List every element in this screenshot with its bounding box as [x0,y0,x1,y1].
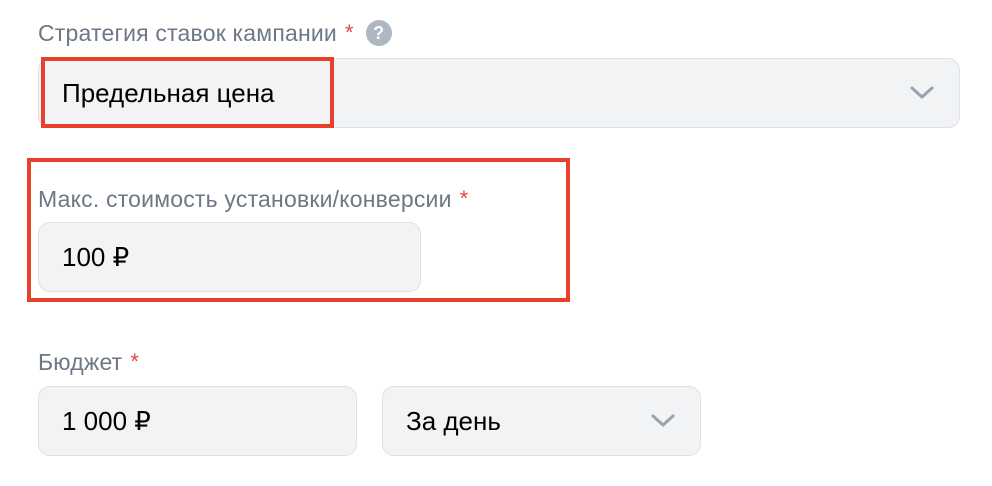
strategy-label: Стратегия ставок кампании [38,19,337,46]
chevron-down-icon [909,85,935,101]
max-cost-input[interactable]: 100 ₽ [38,222,421,292]
budget-period-select[interactable]: За день [382,386,701,456]
budget-amount-value: 1 000 ₽ [62,405,151,436]
budget-label: Бюджет [38,348,123,375]
strategy-select-value: Предельная цена [62,77,275,108]
max-cost-value: 100 ₽ [62,241,130,272]
required-mark: * [130,349,140,374]
chevron-down-icon [650,413,676,429]
max-cost-label-row: Макс. стоимость установки/конверсии * [38,184,468,214]
help-icon[interactable]: ? [365,20,392,46]
budget-label-row: Бюджет * [38,347,139,377]
campaign-bid-form: Стратегия ставок кампании * ? Предельная… [0,0,992,486]
max-cost-label: Макс. стоимость установки/конверсии [38,185,452,212]
required-mark: * [459,186,469,211]
budget-amount-input[interactable]: 1 000 ₽ [38,386,357,456]
strategy-label-row: Стратегия ставок кампании * ? [38,18,392,48]
strategy-select[interactable]: Предельная цена [38,58,960,128]
budget-period-value: За день [406,405,501,436]
required-mark: * [344,20,354,45]
